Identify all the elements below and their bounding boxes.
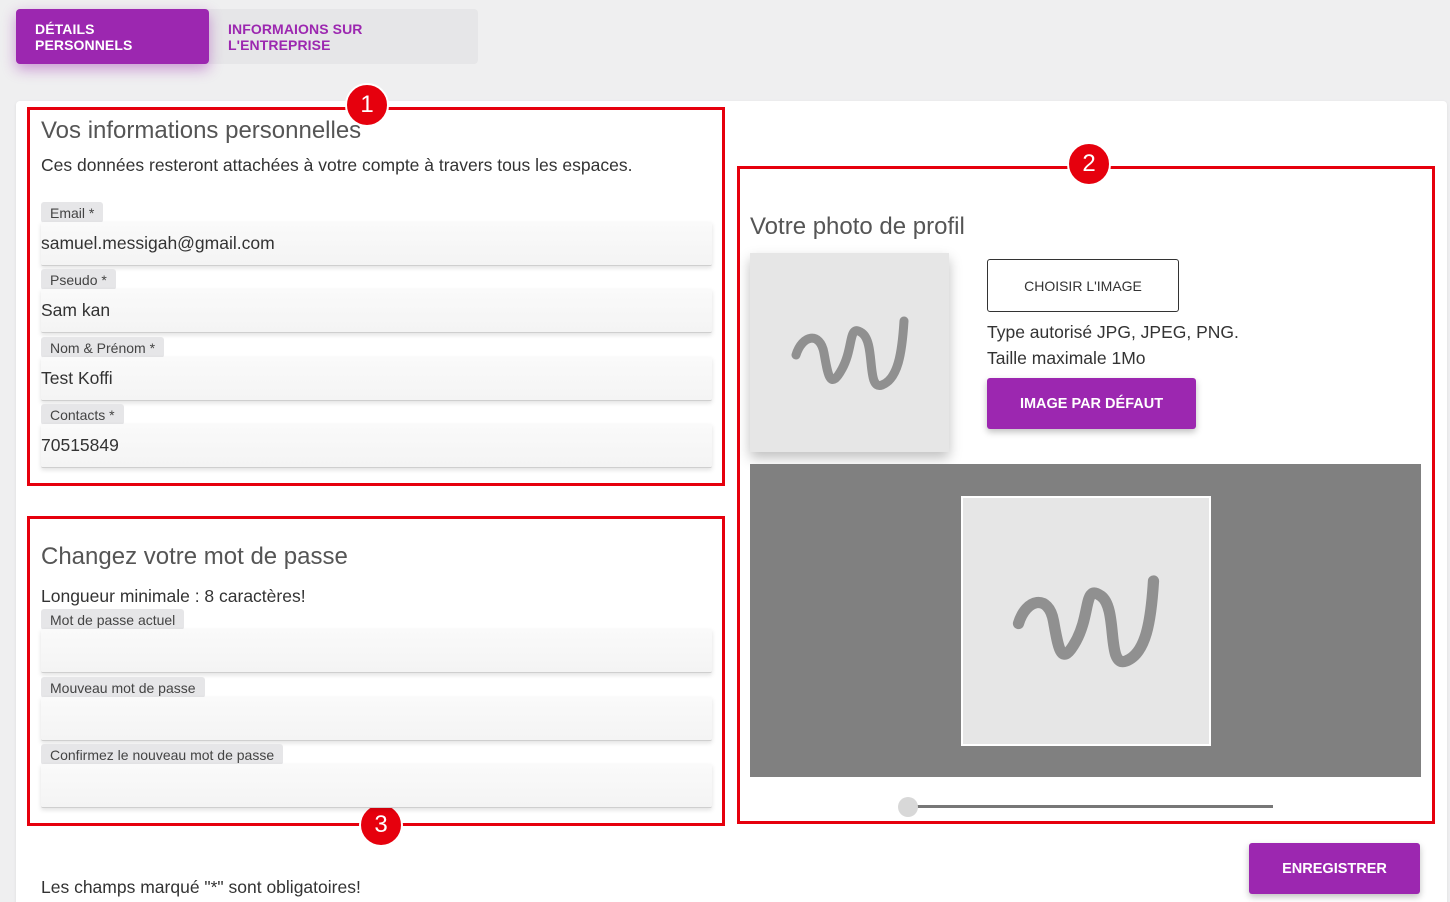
photo-title: Votre photo de profil xyxy=(750,213,965,240)
required-fields-note: Les champs marqué "*" sont obligatoires! xyxy=(41,877,361,897)
current-password-field[interactable] xyxy=(41,629,712,673)
profile-photo-preview xyxy=(750,253,949,452)
squiggle-placeholder-icon xyxy=(1012,575,1160,668)
allowed-types-text: Type autorisé JPG, JPEG, PNG. xyxy=(987,322,1239,342)
pseudo-label: Pseudo * xyxy=(41,269,116,290)
contacts-value: 70515849 xyxy=(41,435,119,455)
fullname-value: Test Koffi xyxy=(41,368,113,388)
save-button[interactable]: ENREGISTRER xyxy=(1249,843,1420,894)
crop-frame[interactable] xyxy=(961,496,1211,746)
confirm-password-field[interactable] xyxy=(41,764,712,808)
badge-3: 3 xyxy=(359,803,403,847)
fullname-label: Nom & Prénom * xyxy=(41,337,165,358)
email-field[interactable]: samuel.messigah@gmail.com xyxy=(41,222,712,266)
personal-info-subtitle: Ces données resteront attachées à votre … xyxy=(41,155,633,175)
squiggle-placeholder-icon xyxy=(791,316,908,390)
password-title: Changez votre mot de passe xyxy=(41,543,348,570)
max-size-text: Taille maximale 1Mo xyxy=(987,348,1146,368)
contacts-field[interactable]: 70515849 xyxy=(41,424,712,468)
personal-info-title: Vos informations personnelles xyxy=(41,117,362,144)
pseudo-value: Sam kan xyxy=(41,300,111,320)
email-value: samuel.messigah@gmail.com xyxy=(41,233,275,253)
fullname-field[interactable]: Test Koffi xyxy=(41,357,712,401)
password-subtitle: Longueur minimale : 8 caractères! xyxy=(41,586,306,606)
new-password-label: Mouveau mot de passe xyxy=(41,677,205,698)
choose-image-button[interactable]: CHOISIR L'IMAGE xyxy=(987,259,1179,312)
tab-personal-details[interactable]: DÉTAILS PERSONNELS xyxy=(16,9,209,64)
confirm-password-label: Confirmez le nouveau mot de passe xyxy=(41,744,284,765)
current-password-label: Mot de passe actuel xyxy=(41,609,185,630)
badge-2: 2 xyxy=(1067,142,1111,186)
zoom-slider-handle[interactable] xyxy=(898,797,918,817)
new-password-field[interactable] xyxy=(41,697,712,741)
email-label: Email * xyxy=(41,202,104,223)
zoom-slider-track[interactable] xyxy=(908,805,1273,808)
tab-bar: DÉTAILS PERSONNELS INFORMAIONS SUR L'ENT… xyxy=(16,9,478,64)
tab-company-info[interactable]: INFORMAIONS SUR L'ENTREPRISE xyxy=(209,9,478,64)
contacts-label: Contacts * xyxy=(41,404,124,425)
pseudo-field[interactable]: Sam kan xyxy=(41,289,712,333)
default-image-button[interactable]: IMAGE PAR DÉFAUT xyxy=(987,378,1196,429)
